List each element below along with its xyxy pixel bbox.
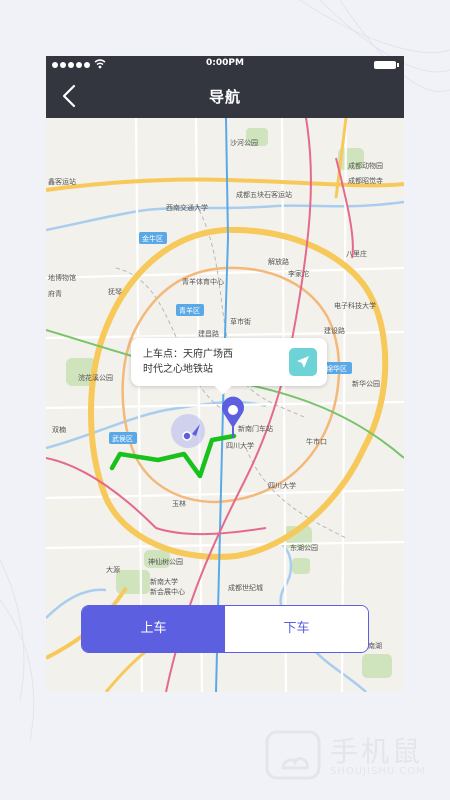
- map-label: 成都昭觉寺: [348, 176, 383, 185]
- watermark-text: 手机鼠: [330, 735, 424, 768]
- pickup-label: 上车点：: [143, 349, 183, 360]
- board-button[interactable]: 上车: [82, 606, 225, 652]
- navigation-arrow-icon: [297, 356, 309, 368]
- pickup-point-popup[interactable]: 上车点：天府广场西 时代之心地铁站: [131, 338, 327, 386]
- board-alight-toggle: 上车 下车: [81, 605, 369, 653]
- status-time: 0:00PM: [206, 58, 244, 68]
- map-label: 地博物馆: [48, 273, 76, 282]
- map-label: 电子科技大学: [334, 301, 376, 310]
- phone-screen: 0:00PM 导航 沙河公园 成都动物园 成都昭觉寺 鑫客运站 西南交通大学 成…: [46, 56, 404, 692]
- map-label: 成都世纪城: [228, 583, 263, 592]
- map-label: 新会展中心: [150, 587, 185, 596]
- map-label: 八里庄: [346, 249, 367, 258]
- district-label-wuhou: 武侯区: [112, 434, 133, 443]
- district-label-qingyang: 青羊区: [179, 306, 200, 315]
- map-label: 南湖: [368, 641, 382, 650]
- map-label: 新华公园: [352, 379, 380, 388]
- map-label: 李家沱: [288, 269, 309, 278]
- map-label: 鑫客运站: [48, 177, 76, 186]
- map-label: 玉林: [172, 499, 186, 508]
- location-dot-icon: [182, 431, 192, 441]
- alight-button[interactable]: 下车: [225, 606, 368, 652]
- map-label: 抚琴: [108, 287, 122, 296]
- map-label: 大源: [106, 565, 120, 574]
- map-label: 浣花溪公园: [78, 373, 113, 382]
- map-label: 西南交通大学: [166, 203, 208, 212]
- pickup-name-line2: 时代之心地铁站: [143, 364, 213, 375]
- map-label: 新南门车站: [238, 424, 273, 433]
- map-label: 成都五块石客运站: [236, 190, 292, 199]
- district-label-jinhua: 锦华区: [326, 364, 347, 373]
- map-label: 府青: [48, 289, 62, 298]
- map-label: 双楠: [52, 425, 66, 434]
- map-label: 建设路: [324, 326, 345, 335]
- map-label: 新南大学: [150, 577, 178, 586]
- map-label: 青羊体育中心: [182, 277, 224, 286]
- district-label-jinniu: 金牛区: [142, 234, 163, 243]
- start-navigation-button[interactable]: [289, 348, 317, 376]
- navigation-bar: 导航: [46, 74, 404, 118]
- watermark-subtext: SHOUJISHU.COM: [330, 766, 426, 777]
- map-label: 东湖公园: [290, 543, 318, 552]
- pickup-name-line1: 天府广场西: [183, 349, 233, 360]
- current-location: [171, 414, 205, 448]
- map-label: 草市街: [230, 317, 251, 326]
- map-label: 四川大学: [226, 441, 254, 450]
- map-label: 神仙树公园: [148, 557, 183, 566]
- map-label: 牛市口: [306, 437, 327, 446]
- map-label: 成都动物园: [348, 161, 383, 170]
- page-title: 导航: [208, 88, 241, 106]
- map-label: 解放路: [268, 257, 289, 266]
- status-bar: 0:00PM: [46, 56, 404, 74]
- battery-icon: [374, 61, 399, 69]
- map-label: 四川大学: [268, 481, 296, 490]
- map-label: 建昌路: [198, 329, 219, 338]
- map-label: 沙河公园: [230, 139, 258, 147]
